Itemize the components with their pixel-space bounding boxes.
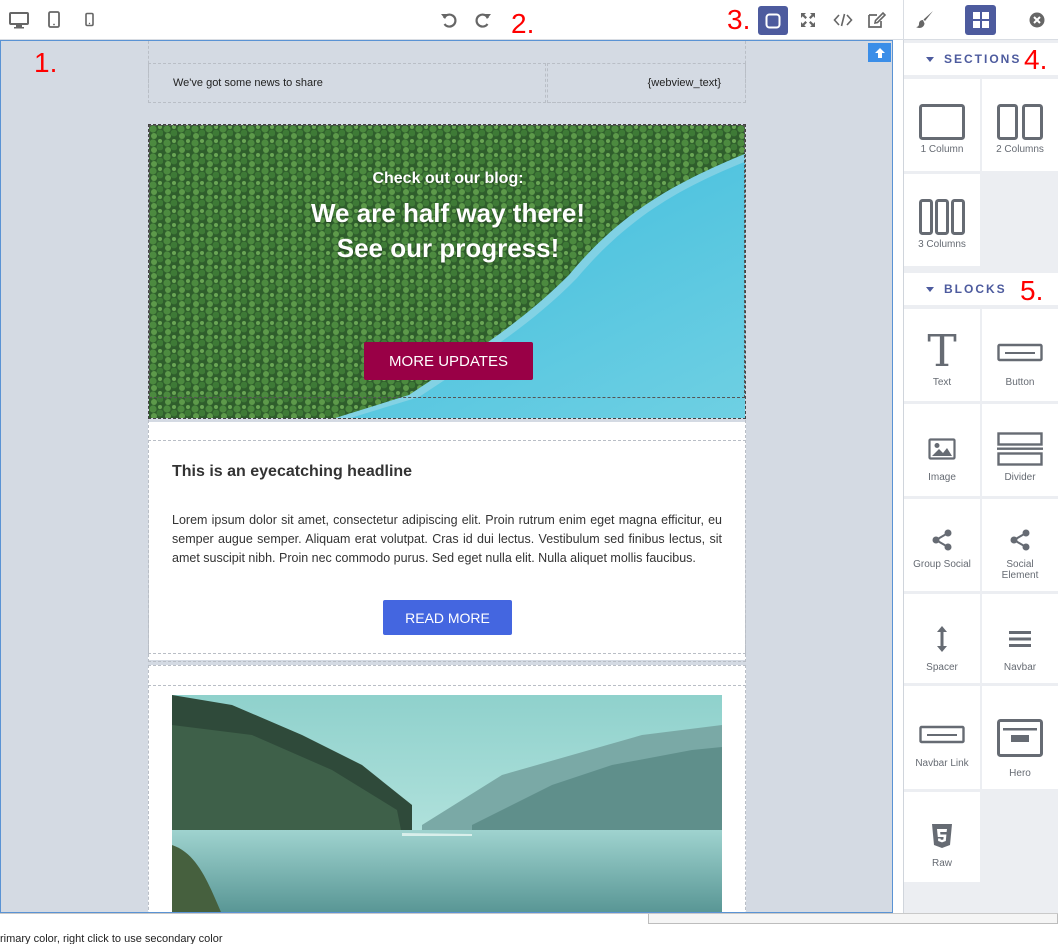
headline[interactable]: This is an eyecatching headline [172, 463, 412, 481]
svg-text:T: T [927, 330, 956, 370]
code-icon[interactable] [830, 8, 856, 32]
status-message: rimary color, right click to use seconda… [0, 933, 223, 944]
close-icon[interactable] [1024, 8, 1050, 32]
image-icon [928, 404, 956, 472]
caret-down-icon [926, 286, 934, 292]
marker-options: 3. [727, 4, 751, 35]
blocks-title: BLOCKS [944, 282, 1007, 296]
block-label: Divider [1004, 472, 1036, 483]
text-icon: T [925, 309, 959, 377]
email-body[interactable]: We've got some news to share {webview_te… [148, 41, 746, 912]
webview-link[interactable]: {webview_text} [547, 63, 746, 103]
share-icon [930, 499, 954, 559]
editor-app: 2. 3. SECTIONS 4. 1 Column 2 Columns 3 C… [0, 0, 1058, 944]
share-icon [1008, 499, 1032, 559]
menu-icon [1008, 594, 1032, 662]
block-label: 2 Columns [996, 144, 1044, 155]
marker-sections: 4. [1024, 44, 1048, 75]
block-label: Hero [1009, 768, 1031, 779]
marker-history: 2. [511, 8, 535, 39]
block-navbar-link[interactable]: Navbar Link [904, 686, 980, 789]
divider-icon [997, 404, 1043, 472]
block-button[interactable]: Button [982, 309, 1058, 401]
blocks-icon[interactable] [965, 5, 996, 35]
body-paragraph[interactable]: Lorem ipsum dolor sit amet, consectetur … [172, 511, 722, 568]
block-hero[interactable]: Hero [982, 686, 1058, 789]
top-toolbar: 2. 3. [0, 0, 903, 40]
block-label: Raw [931, 858, 952, 869]
caret-down-icon [926, 56, 934, 62]
block-label: 1 Column [920, 144, 964, 155]
fullscreen-icon[interactable] [795, 8, 821, 32]
block-group-social[interactable]: Group Social [904, 499, 980, 591]
tablet-icon[interactable] [41, 8, 67, 32]
block-two-columns[interactable]: 2 Columns [982, 79, 1058, 171]
block-label: Social Element [1001, 559, 1039, 581]
hero-section[interactable]: Check out our blog: We are half way ther… [148, 124, 746, 419]
read-more-button[interactable]: READ MORE [383, 600, 512, 635]
block-label: Spacer [926, 662, 958, 673]
hero-title-line-2: See our progress! [336, 233, 560, 263]
block-label: Navbar Link [915, 758, 969, 769]
block-label: Button [1005, 377, 1035, 388]
panel-switcher [903, 0, 1058, 40]
undo-icon[interactable] [436, 8, 462, 32]
content-section[interactable]: This is an eyecatching headline Lorem ip… [148, 420, 746, 662]
mountain-lake-image[interactable] [172, 695, 722, 912]
mobile-icon[interactable] [76, 8, 102, 32]
two-columns-icon [997, 79, 1043, 144]
editor-canvas[interactable]: 1. We've got some news to share {webview… [0, 40, 893, 913]
status-bar: rimary color, right click to use seconda… [0, 913, 1058, 944]
block-text[interactable]: T Text [904, 309, 980, 401]
sw-visibility-icon[interactable] [758, 6, 788, 35]
block-three-columns[interactable]: 3 Columns [904, 174, 980, 266]
image-section[interactable] [148, 665, 746, 912]
redo-icon[interactable] [470, 8, 496, 32]
navbar-link-icon [919, 686, 965, 758]
scroll-up-button[interactable] [868, 43, 891, 62]
block-label: 3 Columns [918, 239, 966, 250]
spacer-icon [935, 594, 949, 662]
arrow-up-icon [874, 47, 885, 58]
block-divider[interactable]: Divider [982, 404, 1058, 496]
mountain-lake-graphic [172, 695, 722, 912]
horizontal-scrollbar[interactable] [648, 914, 1058, 924]
hero-subtitle: Check out our blog: [372, 170, 524, 187]
block-social-element[interactable]: Social Element [982, 499, 1058, 591]
block-navbar[interactable]: Navbar [982, 594, 1058, 683]
edit-icon[interactable] [864, 8, 890, 32]
blocks-panel: SECTIONS 4. 1 Column 2 Columns 3 Columns… [903, 40, 1058, 913]
more-updates-button[interactable]: MORE UPDATES [364, 342, 533, 380]
button-icon [997, 309, 1043, 377]
block-label: Navbar [1003, 662, 1037, 673]
desktop-icon[interactable] [6, 8, 32, 32]
block-one-column[interactable]: 1 Column [904, 79, 980, 171]
hero-icon [997, 686, 1043, 768]
marker-blocks: 5. [1020, 275, 1044, 306]
block-image[interactable]: Image [904, 404, 980, 496]
block-spacer[interactable]: Spacer [904, 594, 980, 683]
block-label: Image [928, 472, 956, 483]
three-columns-icon [919, 174, 965, 239]
preheader-text[interactable]: We've got some news to share [148, 63, 546, 103]
html5-icon [931, 792, 953, 858]
one-column-icon [919, 79, 965, 144]
block-label: Group Social [913, 559, 971, 570]
hero-title-line-1: We are half way there! [310, 198, 586, 228]
block-raw[interactable]: Raw [904, 792, 980, 882]
sections-title: SECTIONS [944, 52, 1022, 66]
block-label: Text [932, 377, 952, 388]
marker-canvas: 1. [34, 47, 58, 78]
style-manager-icon[interactable] [912, 8, 938, 32]
preheader-row[interactable]: We've got some news to share {webview_te… [148, 63, 746, 103]
